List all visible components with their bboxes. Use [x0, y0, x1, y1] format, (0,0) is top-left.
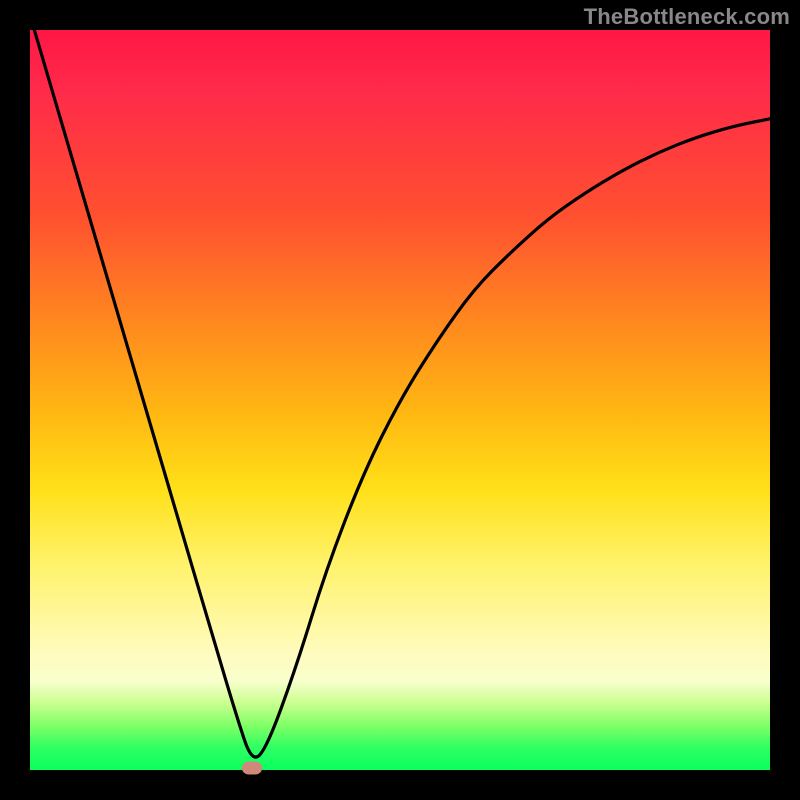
optimal-point-marker — [242, 761, 262, 774]
watermark-text: TheBottleneck.com — [584, 4, 790, 30]
curve-path — [30, 15, 770, 757]
chart-frame: TheBottleneck.com — [0, 0, 800, 800]
bottleneck-curve — [30, 30, 770, 770]
